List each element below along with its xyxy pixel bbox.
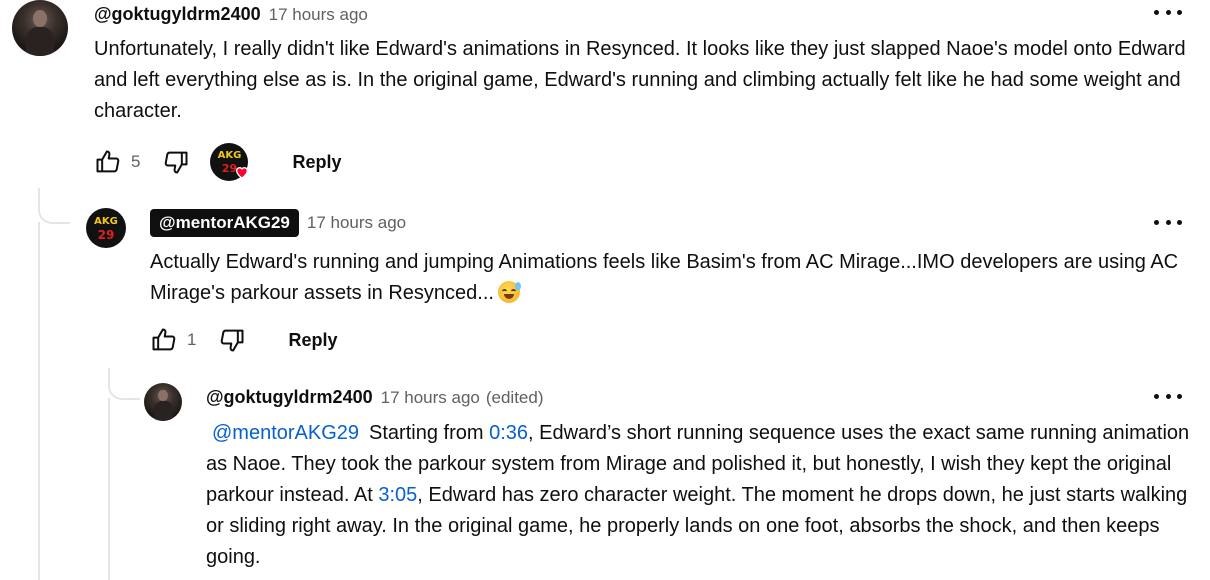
timestamp-link[interactable]: 0:36	[489, 422, 528, 444]
comment-time[interactable]: 17 hours ago	[269, 5, 368, 25]
avatar[interactable]	[144, 383, 182, 421]
comment-text-part: Starting from	[369, 422, 490, 444]
heart-icon	[236, 167, 249, 179]
more-options-icon[interactable]	[1154, 217, 1182, 227]
comment-text: Actually Edward's running and jumping An…	[150, 247, 1200, 309]
avatar[interactable]: AKG 29	[86, 208, 126, 248]
comment-time[interactable]: 17 hours ago	[381, 388, 480, 408]
author-name[interactable]: @goktugyldrm2400	[206, 387, 373, 408]
creator-name-chip[interactable]: @mentorAKG29	[150, 209, 299, 237]
thread-line	[38, 188, 70, 224]
grinning-face-with-sweat-icon	[497, 281, 521, 303]
thumbs-down-icon[interactable]	[218, 326, 246, 354]
more-options-icon[interactable]	[1154, 7, 1182, 17]
timestamp-link[interactable]: 3:05	[378, 484, 417, 506]
thread-line	[38, 222, 40, 580]
comment-text: @mentorAKG29 Starting from 0:36, Edward’s…	[206, 418, 1196, 573]
like-count: 5	[131, 152, 141, 171]
comment-actions: 1 Reply	[150, 325, 338, 355]
thread-line	[108, 398, 110, 580]
reply-button[interactable]: Reply	[292, 152, 341, 173]
edited-label: (edited)	[485, 387, 544, 407]
comment-body: Actually Edward's running and jumping An…	[150, 251, 1179, 304]
thumbs-down-icon[interactable]	[162, 148, 190, 176]
comment-header: @goktugyldrm2400 17 hours ago	[94, 4, 368, 25]
mention-link[interactable]: @mentorAKG29	[212, 422, 359, 444]
like-count: 1	[187, 330, 197, 349]
more-options-icon[interactable]	[1154, 391, 1182, 401]
reply-button[interactable]: Reply	[288, 330, 337, 351]
comment-time[interactable]: 17 hours ago	[307, 213, 406, 233]
avatar[interactable]	[12, 0, 68, 56]
thumbs-up-icon[interactable]	[94, 148, 122, 176]
comment-actions: 5 AKG 29 Reply	[94, 143, 342, 181]
author-name[interactable]: @goktugyldrm2400	[94, 4, 261, 25]
comment-header: @goktugyldrm2400 17 hours ago (edited)	[206, 387, 544, 408]
thumbs-up-icon[interactable]	[150, 326, 178, 354]
comment-header: @mentorAKG29 17 hours ago	[150, 209, 406, 237]
thread-line	[108, 368, 140, 400]
comment-text: Unfortunately, I really didn't like Edwa…	[94, 38, 1186, 122]
